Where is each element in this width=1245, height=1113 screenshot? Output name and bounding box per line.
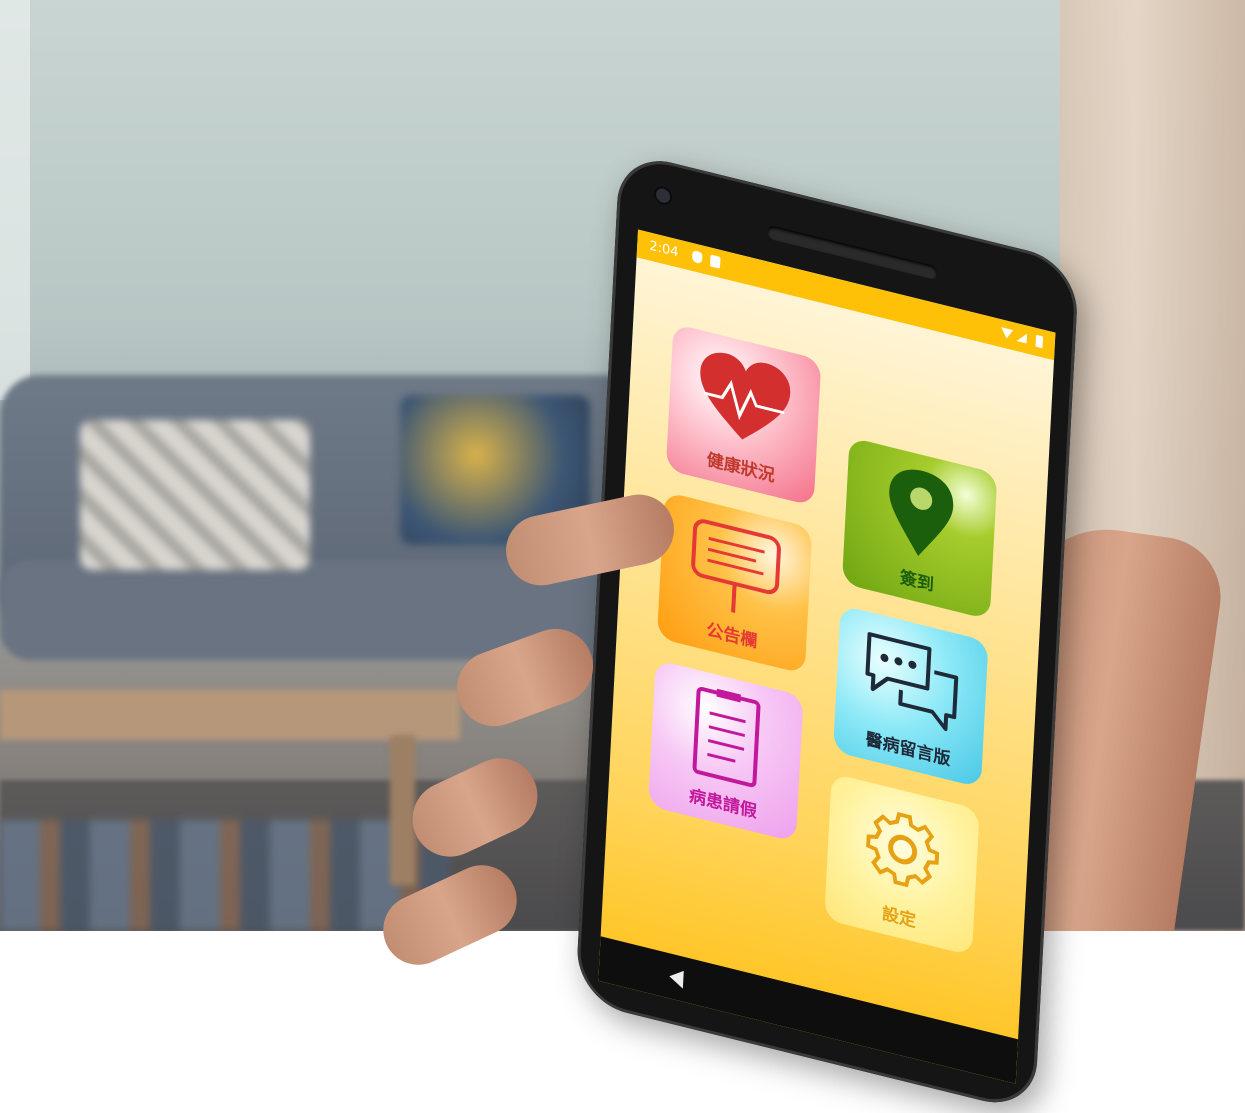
shield-icon — [691, 250, 703, 265]
signal-icon — [1016, 331, 1028, 344]
heart-pulse-icon — [700, 352, 791, 440]
status-time: 2:04 — [648, 238, 679, 261]
tile-bulletin-board[interactable]: 公告欄 — [656, 491, 813, 675]
signboard-icon — [691, 519, 781, 614]
tile-check-in[interactable]: 簽到 — [841, 436, 998, 620]
tile-doctor-patient-messages[interactable]: 醫病留言版 — [832, 605, 989, 788]
sd-card-icon — [709, 254, 721, 269]
wifi-icon — [1000, 327, 1014, 341]
battery-icon — [1035, 334, 1044, 349]
tile-settings[interactable]: 設定 — [824, 773, 980, 956]
tile-patient-leave[interactable]: 病患請假 — [648, 659, 804, 843]
chat-bubbles-icon — [865, 632, 959, 732]
phone-container: 2:04 健康狀況 簽到 公告欄 醫病留言版 病患請假 設定 — [0, 0, 1245, 1113]
tile-health-status[interactable]: 健康狀況 — [665, 323, 822, 507]
front-camera — [655, 187, 671, 205]
map-pin-icon — [889, 469, 954, 557]
navigation-bar — [598, 936, 1019, 1084]
phone: 2:04 健康狀況 簽到 公告欄 醫病留言版 病患請假 設定 — [574, 150, 1080, 1113]
document-icon — [692, 686, 761, 788]
back-icon[interactable] — [668, 967, 684, 989]
app-screen: 2:04 健康狀況 簽到 公告欄 醫病留言版 病患請假 設定 — [598, 229, 1056, 1084]
gear-icon — [866, 812, 940, 888]
